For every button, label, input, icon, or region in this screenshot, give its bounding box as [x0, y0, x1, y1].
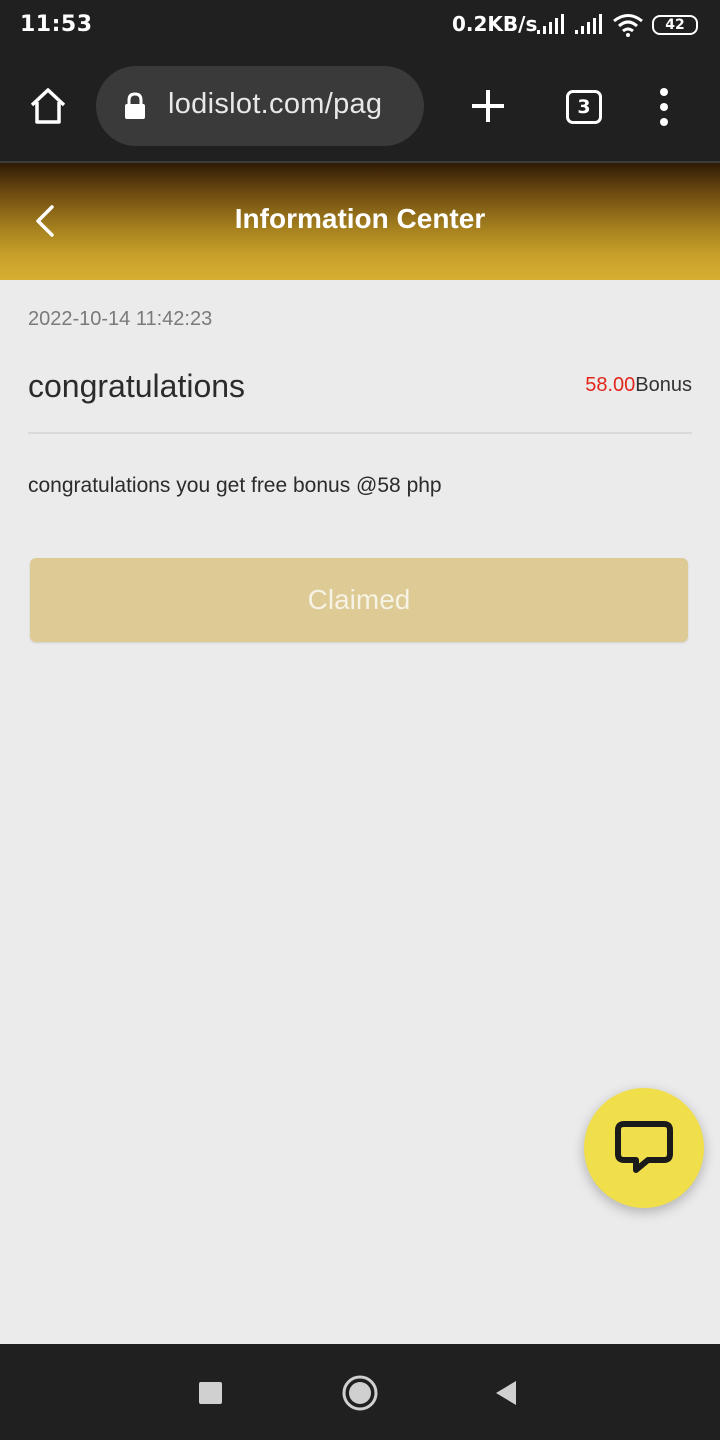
battery-indicator: 42	[652, 15, 698, 35]
recent-apps-icon[interactable]	[199, 1382, 222, 1404]
signal-icon	[537, 14, 564, 34]
live-chat-button[interactable]	[584, 1088, 704, 1208]
page-title: Information Center	[234, 203, 486, 234]
address-bar[interactable]: lodislot.com/pag	[96, 66, 424, 146]
back-nav-icon[interactable]	[494, 1380, 518, 1406]
system-nav-bar	[0, 1344, 720, 1440]
bonus-value: 58.00	[585, 374, 636, 396]
message-date: 2022-10-14 11:42:23	[28, 308, 213, 330]
message-title: congratulations	[28, 368, 246, 404]
home-nav-icon[interactable]	[341, 1374, 379, 1412]
message-body: congratulations you get free bonus @58 p…	[28, 474, 442, 497]
claimed-button[interactable]: Claimed	[30, 558, 688, 642]
chat-icon	[615, 1121, 673, 1173]
lock-icon	[125, 92, 145, 119]
bonus-label: Bonus	[635, 374, 692, 396]
menu-icon[interactable]	[656, 88, 672, 126]
page-header: Information Center	[0, 163, 720, 280]
home-icon[interactable]	[28, 86, 68, 126]
new-tab-icon[interactable]	[470, 88, 506, 124]
url-text: lodislot.com/pag	[168, 88, 383, 120]
browser-toolbar: lodislot.com/pag 3	[0, 52, 720, 162]
bonus-amount: 58.00Bonus	[585, 374, 692, 397]
status-bar: 11:53 0.2KB/s 42	[0, 0, 720, 52]
network-speed: 0.2KB/s	[452, 12, 538, 36]
divider	[28, 432, 692, 434]
tabs-button[interactable]: 3	[566, 90, 602, 124]
signal-icon-2	[575, 14, 602, 34]
status-time: 11:53	[20, 12, 93, 37]
wifi-icon	[613, 14, 643, 37]
